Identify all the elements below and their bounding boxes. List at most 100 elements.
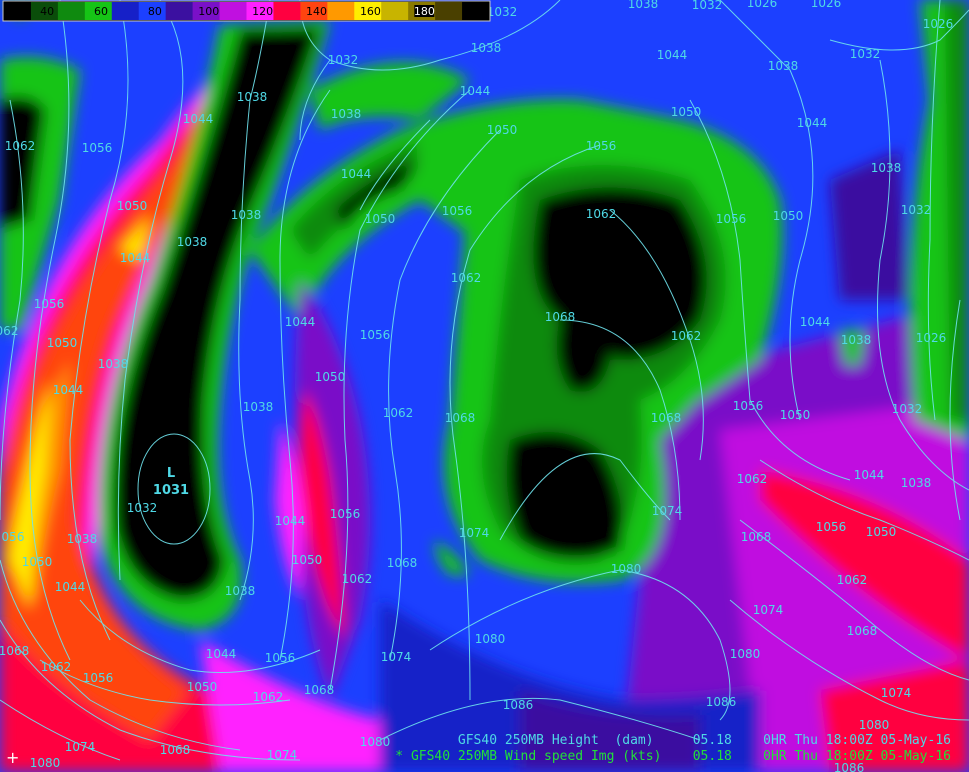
contour-label: 1032	[692, 0, 723, 12]
contour-label: 1056	[330, 507, 361, 521]
contour-label: 1080	[859, 718, 890, 732]
contour-label: 1074	[881, 686, 912, 700]
contour-label: 1074	[267, 748, 298, 762]
contour-label: 1074	[65, 740, 96, 754]
contour-label: 1062	[837, 573, 868, 587]
contour-label: 1056	[442, 204, 473, 218]
colorbar-tick-label: 160	[360, 5, 381, 18]
colorbar-swatch	[219, 2, 247, 20]
contour-label: 1050	[365, 212, 396, 226]
product-caption-wind: * GFS40 250MB Wind speed Img (kts) 05.18…	[395, 749, 951, 764]
contour-label: 1068	[445, 411, 476, 425]
contour-label: 1056	[816, 520, 847, 534]
contour-label: 1044	[285, 315, 316, 329]
contour-label: 1038	[231, 208, 262, 222]
contour-label: 1056	[82, 141, 113, 155]
contour-label: 1050	[866, 525, 897, 539]
colorbar-tick-label: 40	[40, 5, 54, 18]
contour-label: 1074	[652, 504, 683, 518]
contour-label: 1044	[275, 514, 306, 528]
colorbar-tick-label: 60	[94, 5, 108, 18]
wind-speed-map: 1032 1038 1032 1026 1026 1026 1032 1038 1044 1038…	[0, 0, 969, 772]
contour-label: 1050	[187, 680, 218, 694]
colorbar-swatch	[435, 2, 463, 20]
contour-label: 1026	[923, 17, 954, 31]
colorbar-tick-label: 140	[306, 5, 327, 18]
contour-label: 1068	[160, 743, 191, 757]
colorbar-swatch	[462, 2, 490, 20]
contour-label: 1068	[651, 411, 682, 425]
colorbar-tick-label: 120	[252, 5, 273, 18]
contour-label: 1038	[841, 333, 872, 347]
contour-label: 1068	[545, 310, 576, 324]
contour-label: 1044	[800, 315, 831, 329]
contour-label: 1068	[847, 624, 878, 638]
contour-label: 1038	[628, 0, 659, 11]
contour-label: 1050	[487, 123, 518, 137]
contour-label: 1044	[854, 468, 885, 482]
contour-label: 1086	[706, 695, 737, 709]
colorbar-tick-label: 180	[414, 5, 435, 18]
contour-label: 1062	[5, 139, 36, 153]
contour-label: 1050	[315, 370, 346, 384]
contour-label: 1062	[586, 207, 617, 221]
contour-label: 1056	[733, 399, 764, 413]
contour-label: 1062	[737, 472, 768, 486]
contour-label: 1038	[901, 476, 932, 490]
contour-label: 1044	[206, 647, 237, 661]
contour-label: 1080	[730, 647, 761, 661]
contour-label: 1044	[657, 48, 688, 62]
contour-label: 1044	[53, 383, 84, 397]
contour-label: 062	[0, 324, 18, 338]
contour-label: 1032	[127, 501, 158, 515]
colorbar-tick-label: 100	[198, 5, 219, 18]
contour-label: 1074	[459, 526, 490, 540]
contour-label: 1050	[117, 199, 148, 213]
contour-label: 1038	[768, 59, 799, 73]
crosshair-cursor-icon: +	[6, 748, 20, 767]
contour-label: 1062	[671, 329, 702, 343]
contour-label: 1080	[30, 756, 61, 770]
contour-label: 1038	[237, 90, 268, 104]
colorbar-swatch	[381, 2, 409, 20]
contour-label: 1044	[797, 116, 828, 130]
contour-label: 1056	[34, 297, 65, 311]
contour-label: 1044	[183, 112, 214, 126]
colorbar-swatch	[111, 2, 140, 20]
contour-label: 1026	[811, 0, 842, 10]
colorbar-swatch	[165, 2, 194, 20]
colorbar-swatch	[57, 2, 86, 20]
contour-label: 1050	[780, 408, 811, 422]
product-caption-height: GFS40 250MB Height (dam) 05.18 0HR Thu 1…	[457, 733, 951, 748]
contour-label: 1026	[916, 331, 947, 345]
contour-label: 1050	[47, 336, 78, 350]
contour-label: 1050	[292, 553, 323, 567]
contour-label: 1032	[850, 47, 881, 61]
contour-label: 1056	[265, 651, 296, 665]
contour-label: 1062	[253, 690, 284, 704]
contour-label: 1080	[475, 632, 506, 646]
contour-label: 1044	[55, 580, 86, 594]
contour-label: 1062	[383, 406, 414, 420]
contour-label: 1038	[225, 584, 256, 598]
contour-label: 1026	[747, 0, 778, 10]
contour-label: 1044	[460, 84, 491, 98]
contour-label: 1056	[360, 328, 391, 342]
contour-label: 1044	[341, 167, 372, 181]
contour-label: 1032	[892, 402, 923, 416]
contour-label: 1062	[41, 660, 72, 674]
colorbar-swatch	[273, 2, 301, 20]
contour-label: 1068	[741, 530, 772, 544]
contour-label: 1068	[0, 644, 29, 658]
colorbar-swatch	[327, 2, 355, 20]
contour-label: 1062	[342, 572, 373, 586]
colorbar: 40 60 80 100 120 140 160 180	[2, 0, 491, 22]
contour-label: 1086	[503, 698, 534, 712]
contour-label: 1038	[331, 107, 362, 121]
contour-label: 1050	[671, 105, 702, 119]
contour-label: 1038	[243, 400, 274, 414]
contour-label: 1050	[22, 555, 53, 569]
contour-label: 1074	[753, 603, 784, 617]
contour-label: 1032	[328, 53, 359, 67]
contour-label: 1068	[387, 556, 418, 570]
